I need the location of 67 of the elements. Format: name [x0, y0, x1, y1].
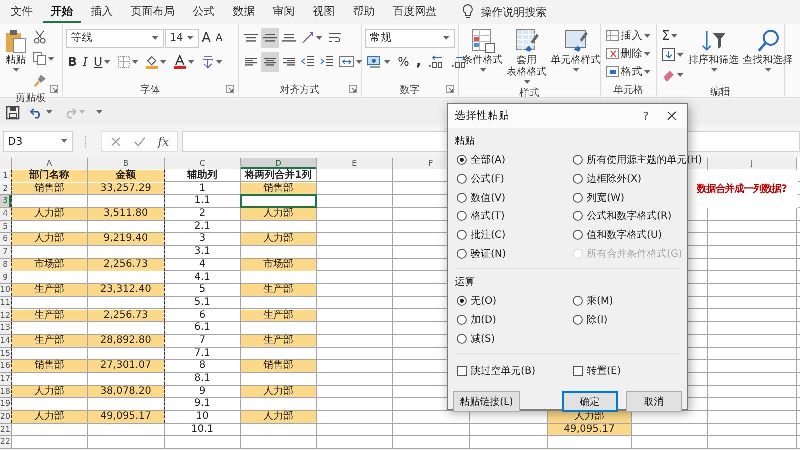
table-cell: 9,219.40	[88, 233, 165, 246]
table-cell-text: 辅助列	[186, 170, 218, 182]
table-cell: 销售部	[11, 360, 87, 372]
table-cell: 生产部	[11, 334, 87, 347]
group-label: 数字	[400, 84, 420, 96]
table-cell: 49,095.17	[548, 424, 631, 436]
table-cell: 生产部	[241, 284, 316, 296]
table-cell: 市场部	[11, 258, 87, 270]
table-cell: 生产部	[241, 310, 316, 322]
section-label: 粘贴	[454, 134, 476, 149]
table-cell: 人力部	[241, 386, 316, 398]
table-cell: 人力部	[11, 233, 87, 246]
table-cell-text: 6	[198, 310, 207, 322]
group-label: 字体	[140, 84, 160, 96]
table-cell-text: 10	[195, 411, 210, 423]
table-cell: 市场部	[241, 258, 316, 270]
table-cell-text: 10.1	[190, 424, 215, 436]
table-cell-text: 1.1	[194, 195, 212, 208]
table-cell: 27,301.07	[88, 360, 165, 372]
table-cell: 部门名称	[11, 170, 87, 182]
group-label: 编辑	[710, 86, 730, 99]
table-cell-text: 1	[198, 182, 207, 194]
table-cell-text: 4	[198, 258, 207, 270]
table-cell: 23,312.40	[88, 284, 165, 296]
table-cell: 人力部	[241, 233, 316, 246]
table-cell-text: 8.1	[194, 373, 212, 385]
table-cell-text: 2.1	[194, 220, 212, 232]
table-cell: 生产部	[11, 310, 87, 322]
table-cell: 人力部	[11, 411, 87, 423]
table-cell: 38,078.20	[88, 386, 165, 398]
group-label: 样式	[520, 86, 540, 100]
table-cell: 金额	[88, 170, 165, 182]
table-cell-text: 7.1	[194, 348, 212, 360]
table-cell: 2,256.73	[88, 258, 165, 270]
table-cell-text: 2	[198, 208, 207, 220]
table-cell-text: 3.1	[194, 246, 212, 258]
table-cell-text: 8	[198, 360, 207, 372]
table-cell-text: 4.1	[194, 272, 212, 284]
table-cell: 人力部	[241, 411, 316, 423]
table-cell-text: 6.1	[194, 322, 212, 334]
table-cell-text: 3	[198, 233, 207, 246]
table-cell-text: 5.1	[194, 296, 212, 309]
table-cell-text: 5	[198, 284, 207, 296]
table-cell: 生产部	[241, 334, 316, 347]
table-cell: 销售部	[241, 182, 316, 194]
table-cell-text: 9	[198, 386, 207, 398]
table-cell: 49,095.17	[88, 411, 165, 423]
table-cell: 生产部	[11, 284, 87, 296]
merged-cell: 数据合并成一列数据?	[688, 170, 798, 208]
table-cell-text: 将两列合并1列	[244, 170, 313, 182]
table-cell: 人力部	[241, 208, 316, 220]
group-label: 对齐方式	[280, 84, 320, 96]
group-label: 单元格	[614, 84, 644, 96]
table-cell: 3,511.80	[88, 208, 165, 220]
table-cell-text: 7	[198, 334, 207, 347]
group-label: 剪贴板	[16, 92, 46, 105]
table-cell: 人力部	[11, 386, 87, 398]
table-cell-text: 9.1	[194, 398, 212, 410]
dialog-title: 选择性粘贴	[455, 109, 511, 123]
table-cell: 33,257.29	[88, 182, 165, 194]
paste-option: 所有合并条件格式(G)	[573, 244, 702, 264]
table-cell: 人力部	[11, 208, 87, 220]
table-cell: 销售部	[241, 360, 316, 372]
table-cell: 28,892.80	[88, 334, 165, 347]
table-cell: 2,256.73	[88, 310, 165, 322]
table-cell: 销售部	[11, 182, 87, 194]
section-label: 运算	[454, 276, 476, 290]
